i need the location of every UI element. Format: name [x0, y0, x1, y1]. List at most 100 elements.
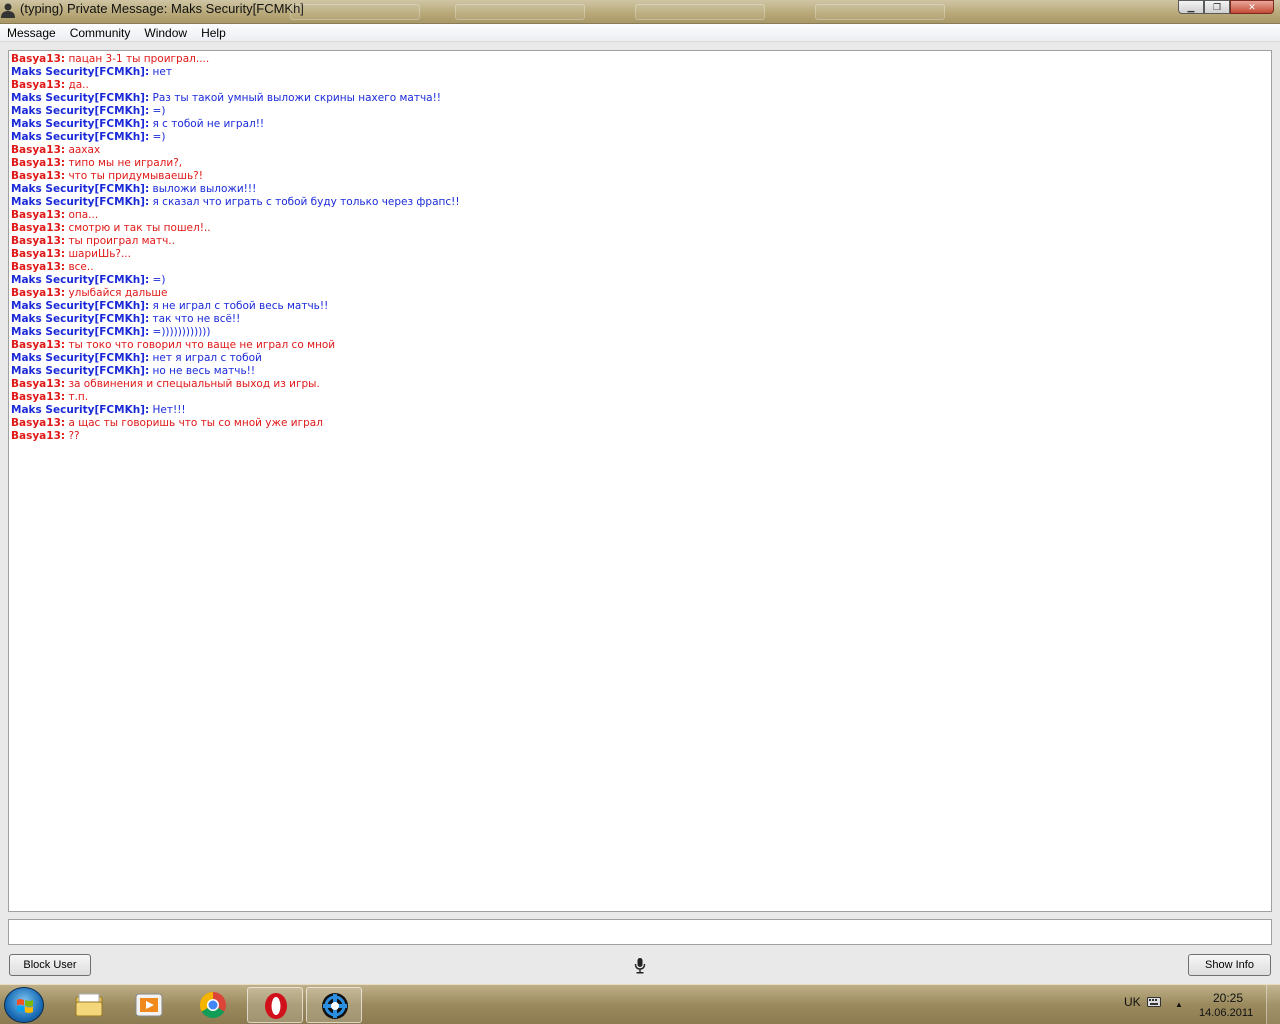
message-sender[interactable]: Maks Security[FCMKh]:	[11, 66, 149, 78]
message-sender[interactable]: Basya13:	[11, 391, 65, 403]
menu-message[interactable]: Message	[0, 25, 63, 41]
media-player-icon	[135, 993, 163, 1017]
message-sender[interactable]: Maks Security[FCMKh]:	[11, 313, 149, 325]
chat-message: Basya13: ты проиграл матч..	[11, 235, 1269, 248]
microphone-icon[interactable]	[633, 957, 647, 974]
message-text: так что не всё!!	[152, 313, 241, 325]
message-text: а щас ты говоришь что ты со мной уже игр…	[68, 417, 323, 429]
message-sender[interactable]: Maks Security[FCMKh]:	[11, 404, 149, 416]
message-sender[interactable]: Basya13:	[11, 430, 65, 442]
message-sender[interactable]: Maks Security[FCMKh]:	[11, 300, 149, 312]
message-sender[interactable]: Maks Security[FCMKh]:	[11, 183, 149, 195]
keyboard-icon[interactable]	[1147, 997, 1161, 1007]
message-sender[interactable]: Maks Security[FCMKh]:	[11, 196, 149, 208]
message-text: типо мы не играли?,	[68, 157, 183, 169]
message-sender[interactable]: Maks Security[FCMKh]:	[11, 131, 149, 143]
folder-icon	[75, 993, 103, 1017]
chat-message: Basya13: улыбайся дальше	[11, 287, 1269, 300]
taskbar-opera[interactable]	[247, 987, 303, 1023]
chat-log[interactable]: Basya13: пацан 3-1 ты проиграл.... Maks S…	[8, 50, 1272, 912]
chat-message: Maks Security[FCMKh]: выложи выложи!!!	[11, 183, 1269, 196]
message-text: Нет!!!	[152, 404, 186, 416]
chat-message: Basya13: типо мы не играли?,	[11, 157, 1269, 170]
message-sender[interactable]: Basya13:	[11, 261, 65, 273]
minimize-button[interactable]: ▁	[1178, 0, 1204, 14]
close-button[interactable]: ✕	[1230, 0, 1274, 14]
message-sender[interactable]: Basya13:	[11, 287, 65, 299]
show-info-button[interactable]: Show Info	[1188, 954, 1271, 976]
chat-message: Maks Security[FCMKh]: я не играл с тобой…	[11, 300, 1269, 313]
message-text: я не играл с тобой весь матчь!!	[152, 300, 329, 312]
chat-message: Maks Security[FCMKh]: Раз ты такой умный…	[11, 92, 1269, 105]
message-text: ты проиграл матч..	[68, 235, 175, 247]
taskbar-chrome[interactable]	[185, 987, 241, 1023]
message-text: да..	[68, 79, 89, 91]
message-sender[interactable]: Basya13:	[11, 235, 65, 247]
show-desktop-button[interactable]	[1266, 985, 1280, 1024]
message-text: =)	[152, 105, 166, 117]
chat-message: Maks Security[FCMKh]: =)	[11, 105, 1269, 118]
chrome-icon	[199, 991, 226, 1019]
tray-expand-icon[interactable]: ▲	[1175, 1000, 1183, 1009]
message-input[interactable]	[8, 919, 1272, 945]
message-text: ты токо что говорил что ваще не играл со…	[68, 339, 336, 351]
message-sender[interactable]: Maks Security[FCMKh]:	[11, 274, 149, 286]
block-user-button[interactable]: Block User	[9, 954, 91, 976]
message-sender[interactable]: Maks Security[FCMKh]:	[11, 105, 149, 117]
start-button[interactable]	[4, 987, 44, 1023]
background-window-tab	[815, 4, 945, 20]
menu-bar: Message Community Window Help	[0, 24, 1280, 42]
maximize-button[interactable]: ❐	[1204, 0, 1230, 14]
message-sender[interactable]: Basya13:	[11, 378, 65, 390]
window-controls: ▁ ❐ ✕	[1178, 0, 1274, 14]
chat-message: Basya13: ??	[11, 430, 1269, 443]
message-text: пацан 3-1 ты проиграл....	[68, 53, 210, 65]
message-text: ??	[68, 430, 80, 442]
menu-window[interactable]: Window	[137, 25, 194, 41]
message-sender[interactable]: Maks Security[FCMKh]:	[11, 365, 149, 377]
chat-message: Maks Security[FCMKh]: нет я играл с тобо…	[11, 352, 1269, 365]
message-text: за обвинения и спецыальный выход из игры…	[68, 378, 320, 390]
message-sender[interactable]: Basya13:	[11, 248, 65, 260]
message-text: Раз ты такой умный выложи скрины нахего …	[152, 92, 442, 104]
message-sender[interactable]: Basya13:	[11, 53, 65, 65]
message-sender[interactable]: Basya13:	[11, 170, 65, 182]
message-sender[interactable]: Basya13:	[11, 79, 65, 91]
window-title: (typing) Private Message: Maks Security[…	[20, 1, 304, 16]
message-sender[interactable]: Basya13:	[11, 209, 65, 221]
message-sender[interactable]: Basya13:	[11, 339, 65, 351]
chat-message: Basya13: шариШь?...	[11, 248, 1269, 261]
message-sender[interactable]: Maks Security[FCMKh]:	[11, 326, 149, 338]
taskbar-explorer[interactable]	[61, 987, 117, 1023]
chat-message: Basya13: что ты придумываешь?!	[11, 170, 1269, 183]
chat-message: Basya13: т.п.	[11, 391, 1269, 404]
message-text: я с тобой не играл!!	[152, 118, 265, 130]
title-bar[interactable]: (typing) Private Message: Maks Security[…	[0, 0, 1280, 24]
menu-community[interactable]: Community	[63, 25, 138, 41]
chat-message: Basya13: смотрю и так ты пошел!..	[11, 222, 1269, 235]
taskbar-steam[interactable]	[306, 987, 362, 1023]
user-icon	[1, 3, 15, 18]
message-text: выложи выложи!!!	[152, 183, 257, 195]
language-indicator[interactable]: UK	[1124, 995, 1141, 1009]
clock-date[interactable]: 14.06.2011	[1199, 1007, 1253, 1019]
message-text: улыбайся дальше	[68, 287, 168, 299]
message-sender[interactable]: Basya13:	[11, 144, 65, 156]
message-sender[interactable]: Basya13:	[11, 157, 65, 169]
clock-time[interactable]: 20:25	[1213, 991, 1243, 1005]
message-sender[interactable]: Basya13:	[11, 417, 65, 429]
background-window-tab	[290, 4, 420, 20]
menu-help[interactable]: Help	[194, 25, 233, 41]
message-sender[interactable]: Maks Security[FCMKh]:	[11, 118, 149, 130]
chat-message: Basya13: а щас ты говоришь что ты со мно…	[11, 417, 1269, 430]
message-sender[interactable]: Maks Security[FCMKh]:	[11, 352, 149, 364]
chat-message: Basya13: пацан 3-1 ты проиграл....	[11, 53, 1269, 66]
chat-message: Maks Security[FCMKh]: так что не всё!!	[11, 313, 1269, 326]
chat-message: Maks Security[FCMKh]: =))))))))))))	[11, 326, 1269, 339]
message-text: нет я играл с тобой	[152, 352, 262, 364]
message-sender[interactable]: Basya13:	[11, 222, 65, 234]
message-text: =)	[152, 274, 166, 286]
chat-message: Basya13: все..	[11, 261, 1269, 274]
message-sender[interactable]: Maks Security[FCMKh]:	[11, 92, 149, 104]
taskbar-media-player[interactable]	[121, 987, 177, 1023]
